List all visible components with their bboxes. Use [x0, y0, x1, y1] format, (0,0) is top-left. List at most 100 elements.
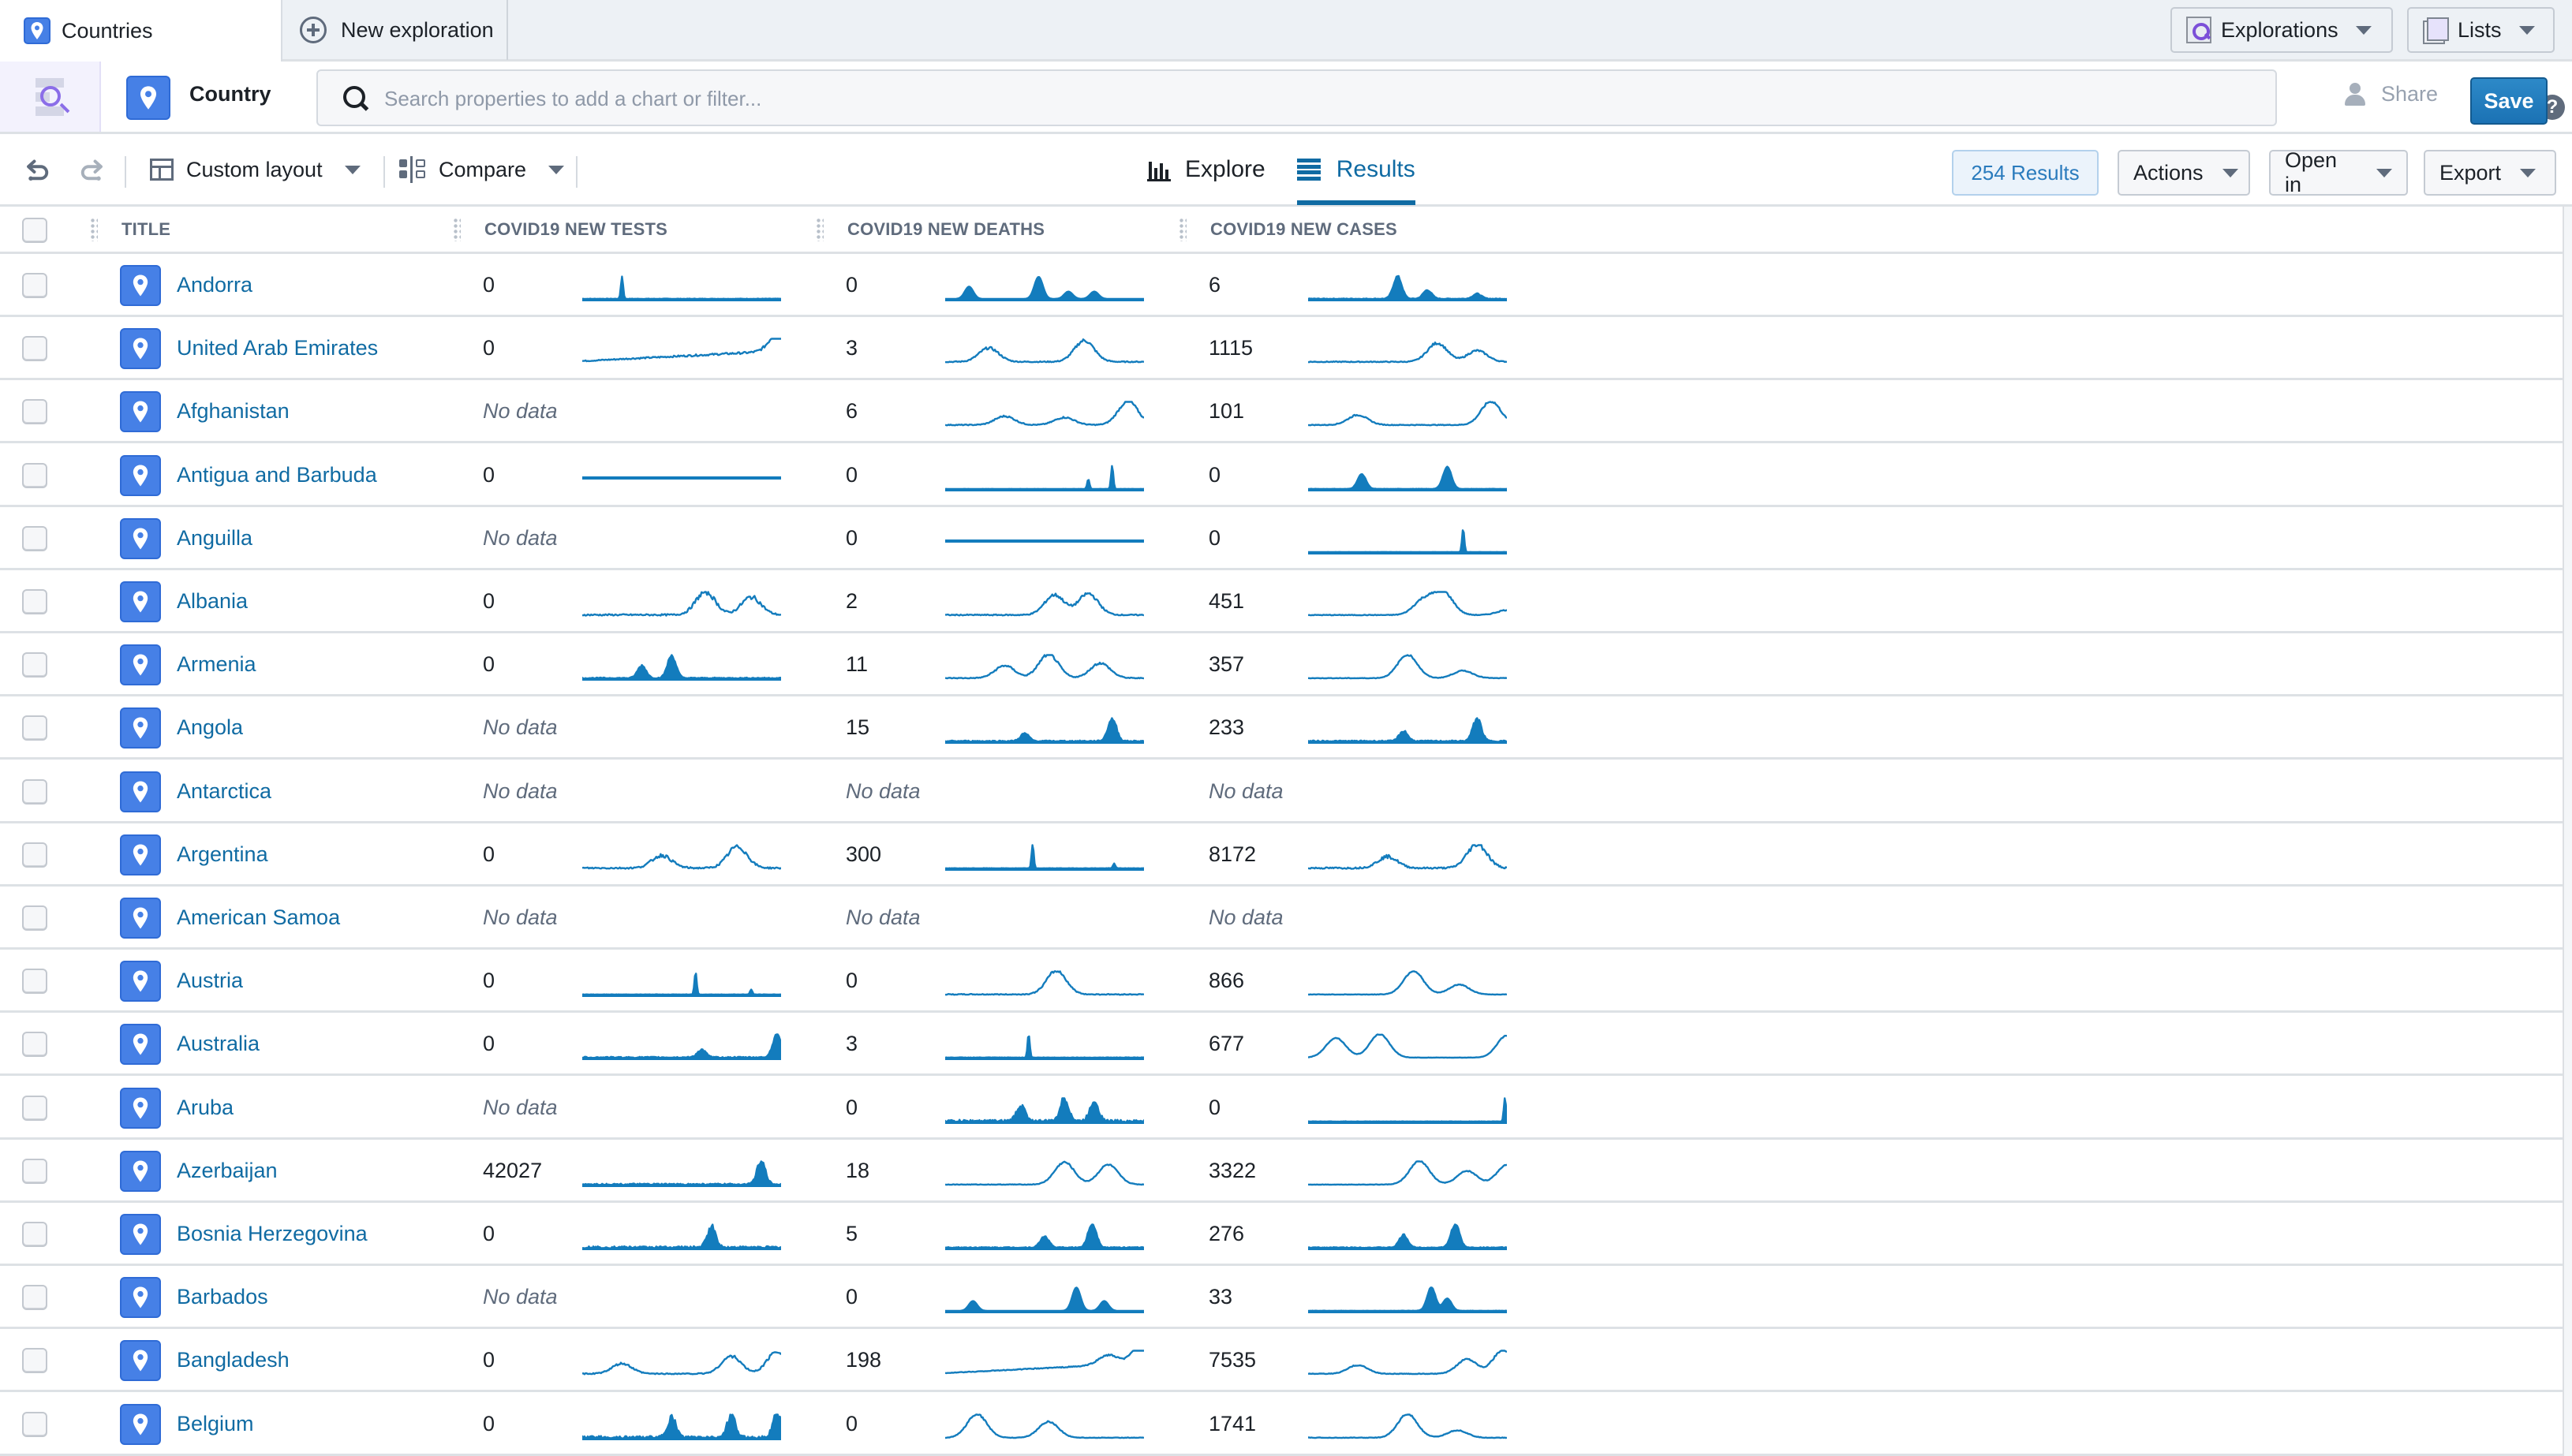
redo-button[interactable]	[77, 134, 106, 205]
table-row[interactable]: Albania 0 2 451	[0, 570, 2563, 633]
table-row[interactable]: Belgium 0 0 1741	[0, 1393, 2563, 1456]
drag-handle-icon[interactable]	[1179, 218, 1187, 241]
new-cases-value: 1741	[1209, 1411, 1257, 1435]
table-row[interactable]: Armenia 0 11 357	[0, 633, 2563, 697]
country-link[interactable]: Azerbaijan	[177, 1159, 278, 1183]
country-link[interactable]: Austria	[177, 969, 243, 993]
undo-button[interactable]	[24, 134, 52, 205]
table-row[interactable]: Anguilla No data 0 0	[0, 507, 2563, 570]
property-search[interactable]: ?	[316, 69, 2565, 126]
country-link[interactable]: Andorra	[177, 273, 252, 297]
row-checkbox[interactable]	[22, 589, 47, 614]
table-row[interactable]: Aruba No data 0 0	[0, 1077, 2563, 1140]
country-link[interactable]: Bangladesh	[177, 1348, 290, 1372]
row-checkbox[interactable]	[22, 462, 47, 488]
tab-results[interactable]: Results	[1296, 134, 1415, 205]
share-button[interactable]: Share	[2345, 82, 2438, 106]
row-checkbox[interactable]	[22, 525, 47, 551]
row-checkbox[interactable]	[22, 842, 47, 868]
country-link[interactable]: Belgium	[177, 1412, 254, 1436]
country-link[interactable]: Armenia	[177, 652, 256, 677]
row-checkbox[interactable]	[22, 1222, 47, 1247]
drag-handle-icon[interactable]	[453, 218, 461, 241]
row-checkbox[interactable]	[22, 1032, 47, 1058]
table-row[interactable]: Antigua and Barbuda 0 0 0	[0, 444, 2563, 507]
tab-countries[interactable]: Countries	[0, 0, 282, 62]
country-link[interactable]: Anguilla	[177, 526, 252, 551]
new-deaths-value: 300	[846, 842, 882, 866]
row-checkbox[interactable]	[22, 399, 47, 425]
new-cases-value: 3322	[1209, 1158, 1257, 1182]
country-link[interactable]: Barbados	[177, 1285, 268, 1309]
vertical-scrollbar[interactable]	[2563, 207, 2572, 1456]
row-checkbox[interactable]	[22, 778, 47, 805]
save-button[interactable]: Save	[2470, 77, 2548, 125]
country-link[interactable]: Bosnia Herzegovina	[177, 1222, 368, 1246]
app-logo[interactable]	[0, 62, 101, 132]
table-row[interactable]: Azerbaijan 42027 18 3322	[0, 1140, 2563, 1203]
row-checkbox[interactable]	[22, 1348, 47, 1374]
actions-dropdown[interactable]: Actions	[2118, 150, 2250, 196]
row-checkbox[interactable]	[22, 652, 47, 678]
country-link[interactable]: Antigua and Barbuda	[177, 463, 377, 487]
new-exploration-tab[interactable]: New exploration	[284, 0, 508, 60]
table-row[interactable]: Argentina 0 300 8172	[0, 823, 2563, 887]
table-row[interactable]: Bangladesh 0 198 7535	[0, 1329, 2563, 1393]
row-checkbox[interactable]	[22, 1285, 47, 1311]
custom-layout-dropdown[interactable]: Custom layout	[150, 134, 361, 205]
table-row[interactable]: Andorra 0 0 6	[0, 254, 2563, 317]
country-link[interactable]: Antarctica	[177, 779, 271, 804]
search-input[interactable]	[384, 82, 2120, 115]
table-row[interactable]: Barbados No data 0 33	[0, 1266, 2563, 1330]
map-pin-icon	[120, 644, 161, 686]
row-checkbox[interactable]	[22, 969, 47, 995]
column-header-title[interactable]: TITLE	[121, 219, 170, 240]
explorations-dropdown[interactable]: Explorations	[2170, 7, 2393, 53]
results-count-badge[interactable]: 254 Results	[1952, 150, 2099, 196]
caret-down-icon	[344, 165, 361, 174]
new-tests-sparkline-series	[582, 338, 781, 363]
map-pin-icon	[120, 707, 161, 749]
column-header-new-deaths[interactable]: COVID19 NEW DEATHS	[847, 219, 1045, 240]
table-row[interactable]: Antarctica No data No data No data	[0, 760, 2563, 823]
table-row[interactable]: Austria 0 0 866	[0, 950, 2563, 1014]
drag-handle-icon[interactable]	[90, 218, 98, 241]
new-deaths-value: 18	[846, 1158, 870, 1182]
view-tabs: Explore Results	[1147, 134, 1447, 205]
row-checkbox[interactable]	[22, 1158, 47, 1184]
select-all-checkbox[interactable]	[22, 218, 47, 243]
country-link[interactable]: Aruba	[177, 1096, 234, 1120]
table-row[interactable]: United Arab Emirates 0 3 1115	[0, 317, 2563, 381]
table-row[interactable]: American Samoa No data No data No data	[0, 887, 2563, 950]
country-link[interactable]: Angola	[177, 715, 243, 740]
country-link[interactable]: American Samoa	[177, 905, 340, 930]
compare-dropdown[interactable]: Compare	[399, 134, 565, 205]
row-checkbox[interactable]	[22, 905, 47, 931]
row-checkbox[interactable]	[22, 1095, 47, 1121]
drag-handle-icon[interactable]	[816, 218, 824, 241]
open-in-dropdown[interactable]: Open in	[2269, 148, 2408, 196]
new-deaths-value: 0	[846, 1285, 858, 1309]
country-link[interactable]: Argentina	[177, 842, 268, 867]
country-link[interactable]: United Arab Emirates	[177, 336, 378, 360]
table-row[interactable]: Bosnia Herzegovina 0 5 276	[0, 1203, 2563, 1266]
column-header-new-tests[interactable]: COVID19 NEW TESTS	[484, 219, 667, 240]
table-row[interactable]: Afghanistan No data 6 101	[0, 380, 2563, 444]
row-checkbox[interactable]	[22, 715, 47, 741]
country-link[interactable]: Albania	[177, 589, 248, 614]
new-deaths-value: 198	[846, 1348, 882, 1372]
country-link[interactable]: Australia	[177, 1032, 260, 1056]
object-type-label: Country	[189, 82, 271, 106]
row-checkbox[interactable]	[22, 1411, 47, 1437]
column-header-new-cases[interactable]: COVID19 NEW CASES	[1210, 219, 1397, 240]
country-link[interactable]: Afghanistan	[177, 399, 290, 424]
table-row[interactable]: Australia 0 3 677	[0, 1013, 2563, 1077]
new-deaths-sparkline-series	[945, 401, 1144, 427]
row-checkbox[interactable]	[22, 336, 47, 362]
export-dropdown[interactable]: Export	[2424, 150, 2556, 196]
row-checkbox[interactable]	[22, 273, 47, 298]
table-row[interactable]: Angola No data 15 233	[0, 696, 2563, 760]
lists-dropdown[interactable]: Lists	[2407, 7, 2555, 53]
new-tests-sparkline	[582, 591, 781, 617]
tab-explore[interactable]: Explore	[1147, 134, 1265, 205]
